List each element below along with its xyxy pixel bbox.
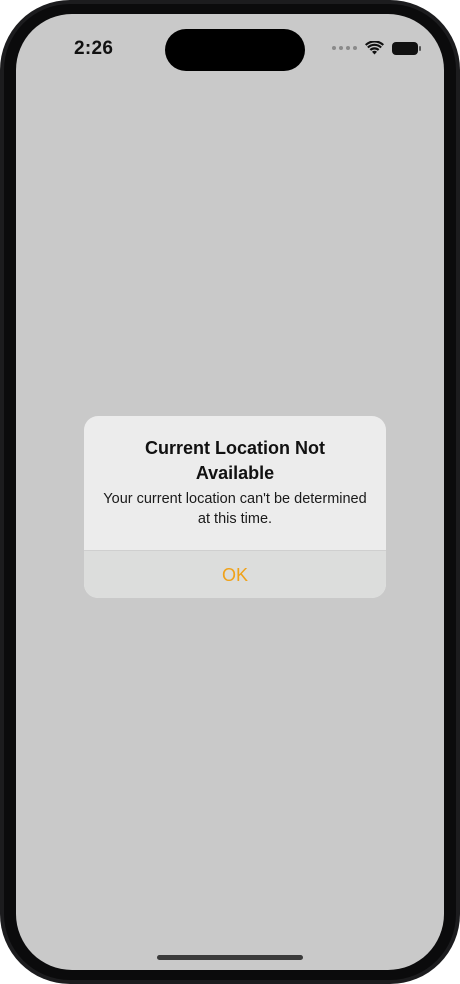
alert-actions: OK	[84, 550, 386, 598]
alert-dialog: Current Location Not Available Your curr…	[84, 416, 386, 598]
cellular-signal-icon	[332, 46, 357, 50]
iphone-frame: 2:26 Current Location Not Available Your…	[0, 0, 460, 984]
alert-title: Current Location Not Available	[145, 438, 325, 483]
phone-screen: 2:26 Current Location Not Available Your…	[16, 14, 444, 970]
ok-button[interactable]: OK	[84, 551, 386, 598]
status-icons	[332, 41, 421, 55]
status-time: 2:26	[74, 38, 114, 59]
alert-message: Your current location can't be determine…	[103, 491, 367, 527]
home-indicator[interactable]	[157, 955, 303, 960]
dynamic-island	[165, 29, 305, 71]
battery-icon	[392, 41, 421, 55]
wifi-icon	[365, 41, 384, 55]
